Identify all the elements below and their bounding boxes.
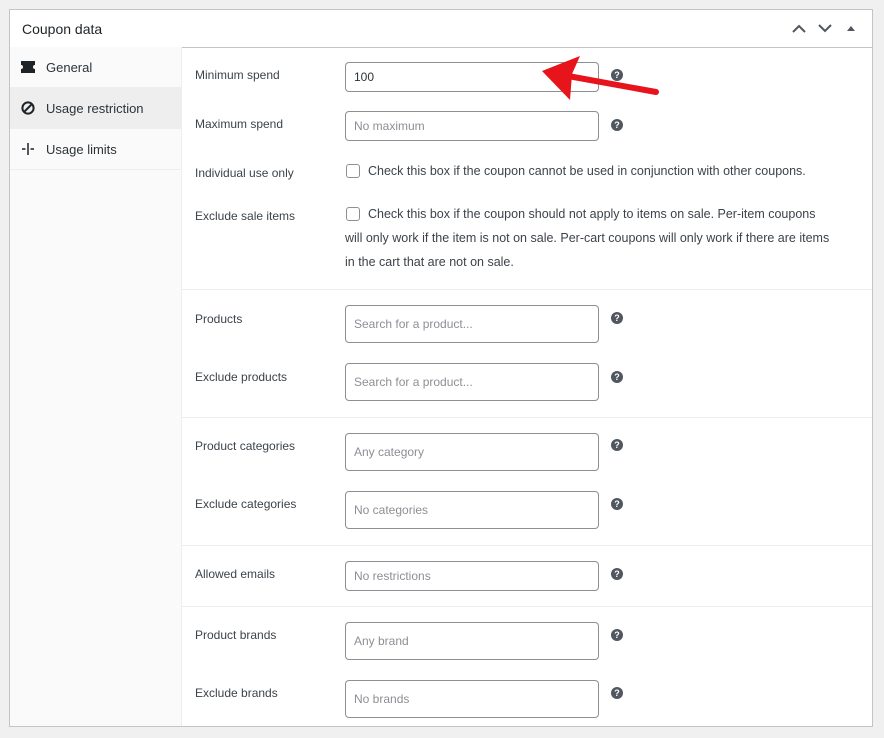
individual-use-description: Check this box if the coupon cannot be u… (368, 164, 806, 178)
individual-use-label: Individual use only (195, 166, 294, 180)
maximum-spend-label: Maximum spend (195, 117, 284, 131)
move-down-button[interactable] (812, 15, 838, 43)
help-icon[interactable]: ? (611, 439, 623, 451)
brands-group: Product brands ? Exclude brands ? (182, 607, 872, 733)
product-categories-input[interactable] (345, 433, 599, 471)
limits-icon (20, 141, 36, 157)
spend-group: Minimum spend ? Maximum spend ? Individu… (182, 47, 872, 290)
panel-header: Coupon data (10, 10, 872, 48)
exclude-sale-description: Check this box if the coupon should not … (345, 207, 830, 269)
products-search-input[interactable] (345, 305, 599, 343)
move-up-button[interactable] (786, 15, 812, 43)
tab-usage-restriction[interactable]: Usage restriction (10, 88, 181, 129)
tab-label: Usage limits (46, 141, 117, 157)
allowed-emails-label: Allowed emails (195, 567, 276, 581)
exclude-categories-label: Exclude categories (195, 497, 297, 511)
exclude-categories-input[interactable] (345, 491, 599, 529)
maximum-spend-input[interactable] (345, 111, 599, 141)
usage-restriction-panel: Minimum spend ? Maximum spend ? Individu… (182, 47, 872, 726)
help-icon[interactable]: ? (611, 371, 623, 383)
caret-up-icon (847, 26, 855, 31)
product-categories-label: Product categories (195, 439, 296, 453)
help-icon[interactable]: ? (611, 498, 623, 510)
annotation-arrow-icon (542, 56, 659, 100)
tab-general[interactable]: General (10, 47, 181, 88)
product-brands-label: Product brands (195, 628, 277, 642)
exclude-products-search-input[interactable] (345, 363, 599, 401)
minimum-spend-label: Minimum spend (195, 68, 280, 82)
products-group: Products ? Exclude products ? (182, 290, 872, 418)
ticket-icon (20, 59, 36, 75)
help-icon[interactable]: ? (611, 568, 623, 580)
help-icon[interactable]: ? (611, 687, 623, 699)
chevron-down-icon (818, 24, 832, 33)
prohibited-icon (20, 100, 36, 116)
exclude-products-label: Exclude products (195, 370, 288, 384)
toggle-panel-button[interactable] (838, 15, 864, 43)
tab-label: Usage restriction (46, 100, 144, 116)
coupon-tabs: General Usage restriction Usage limits (10, 47, 182, 726)
panel-title: Coupon data (22, 20, 103, 37)
products-label: Products (195, 312, 243, 326)
allowed-emails-input[interactable] (345, 561, 599, 591)
exclude-brands-input[interactable] (345, 680, 599, 718)
exclude-sale-label: Exclude sale items (195, 209, 296, 223)
chevron-up-icon (792, 24, 806, 33)
help-icon[interactable]: ? (611, 119, 623, 131)
product-brands-input[interactable] (345, 622, 599, 660)
exclude-brands-label: Exclude brands (195, 686, 278, 700)
emails-group: Allowed emails ? (182, 546, 872, 607)
categories-group: Product categories ? Exclude categories … (182, 418, 872, 546)
annotation-arrow-shaft (565, 73, 659, 95)
tab-usage-limits[interactable]: Usage limits (10, 129, 181, 170)
help-icon[interactable]: ? (611, 312, 623, 324)
tab-label: General (46, 59, 93, 75)
help-icon[interactable]: ? (611, 629, 623, 641)
header-actions (786, 10, 864, 47)
coupon-data-panel: Coupon data General Usage restriction Us… (9, 9, 873, 727)
